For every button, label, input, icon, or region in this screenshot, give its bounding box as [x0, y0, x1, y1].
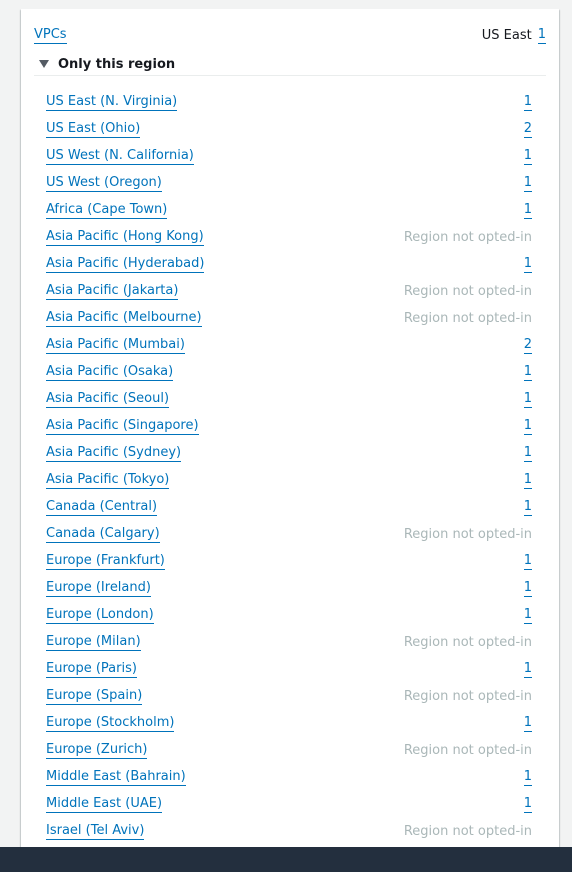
region-row: Asia Pacific (Melbourne) Region not opted… [46, 305, 532, 332]
region-list: US East (N. Virginia) 1 US East (Ohio) 2 US … [46, 89, 532, 845]
region-name-link[interactable]: Asia Pacific (Jakarta) [46, 283, 179, 300]
region-row: Asia Pacific (Hyderabad) 1 [46, 251, 532, 278]
region-name-link[interactable]: US West (Oregon) [46, 175, 162, 192]
region-row: Africa (Cape Town) 1 [46, 197, 532, 224]
region-name-link[interactable]: Asia Pacific (Sydney) [46, 445, 182, 462]
region-name-link[interactable]: US West (N. California) [46, 148, 194, 165]
region-vpc-count-link[interactable]: 1 [523, 391, 532, 408]
region-row: Middle East (UAE) 1 [46, 791, 532, 818]
region-status-text: Region not opted-in [403, 230, 532, 245]
region-vpc-count-link[interactable]: 1 [523, 553, 532, 570]
region-row: Canada (Central) 1 [46, 494, 532, 521]
region-status-text: Region not opted-in [403, 689, 532, 704]
region-name-link[interactable]: Europe (London) [46, 607, 154, 624]
region-status-text: Region not opted-in [403, 635, 532, 650]
region-name-link[interactable]: Asia Pacific (Singapore) [46, 418, 199, 435]
region-vpc-count-link[interactable]: 1 [523, 94, 532, 111]
region-name-link[interactable]: Middle East (Bahrain) [46, 769, 186, 786]
region-vpc-count-link[interactable]: 1 [523, 607, 532, 624]
region-vpc-count-link[interactable]: 1 [523, 148, 532, 165]
region-name-link[interactable]: Europe (Paris) [46, 661, 137, 678]
card-header: VPCs US East 1 [34, 25, 546, 45]
vpc-region-card: VPCs US East 1 Only this region US East … [21, 9, 559, 849]
region-vpc-count-link[interactable]: 1 [523, 472, 532, 489]
current-region-count-link[interactable]: 1 [537, 27, 546, 44]
region-name-link[interactable]: Europe (Stockholm) [46, 715, 175, 732]
region-vpc-count-link[interactable]: 2 [523, 337, 532, 354]
region-name-link[interactable]: Canada (Calgary) [46, 526, 160, 543]
current-region-summary: US East 1 [482, 27, 546, 44]
region-name-link[interactable]: Asia Pacific (Hyderabad) [46, 256, 205, 273]
region-name-link[interactable]: Israel (Tel Aviv) [46, 823, 145, 840]
region-vpc-count-link[interactable]: 1 [523, 769, 532, 786]
region-vpc-count-link[interactable]: 1 [523, 499, 532, 516]
region-name-link[interactable]: Europe (Milan) [46, 634, 141, 651]
region-row: Europe (Stockholm) 1 [46, 710, 532, 737]
region-row: US West (N. California) 1 [46, 143, 532, 170]
region-row: Canada (Calgary) Region not opted-in [46, 521, 532, 548]
region-name-link[interactable]: Middle East (UAE) [46, 796, 163, 813]
region-row: Israel (Tel Aviv) Region not opted-in [46, 818, 532, 845]
region-row: Europe (Frankfurt) 1 [46, 548, 532, 575]
region-name-link[interactable]: Africa (Cape Town) [46, 202, 168, 219]
region-row: Europe (Paris) 1 [46, 656, 532, 683]
region-row: Middle East (Bahrain) 1 [46, 764, 532, 791]
region-name-link[interactable]: Europe (Zurich) [46, 742, 148, 759]
region-row: Europe (Milan) Region not opted-in [46, 629, 532, 656]
only-this-region-expander[interactable]: Only this region [34, 53, 546, 76]
region-row: Asia Pacific (Sydney) 1 [46, 440, 532, 467]
region-status-text: Region not opted-in [403, 527, 532, 542]
region-name-link[interactable]: Europe (Spain) [46, 688, 143, 705]
region-vpc-count-link[interactable]: 1 [523, 202, 532, 219]
console-footer [0, 847, 572, 872]
region-name-link[interactable]: Asia Pacific (Osaka) [46, 364, 174, 381]
region-row: Asia Pacific (Mumbai) 2 [46, 332, 532, 359]
region-status-text: Region not opted-in [403, 743, 532, 758]
region-name-link[interactable]: Canada (Central) [46, 499, 158, 516]
region-status-text: Region not opted-in [403, 284, 532, 299]
region-row: Asia Pacific (Jakarta) Region not opted-i… [46, 278, 532, 305]
region-row: Asia Pacific (Seoul) 1 [46, 386, 532, 413]
region-row: US West (Oregon) 1 [46, 170, 532, 197]
caret-down-icon [39, 60, 49, 68]
region-name-link[interactable]: Asia Pacific (Melbourne) [46, 310, 202, 327]
region-row: Europe (Ireland) 1 [46, 575, 532, 602]
region-vpc-count-link[interactable]: 1 [523, 418, 532, 435]
region-row: US East (N. Virginia) 1 [46, 89, 532, 116]
region-name-link[interactable]: Europe (Frankfurt) [46, 553, 165, 570]
region-name-link[interactable]: US East (N. Virginia) [46, 94, 178, 111]
region-row: US East (Ohio) 2 [46, 116, 532, 143]
vpcs-link[interactable]: VPCs [34, 27, 67, 44]
region-vpc-count-link[interactable]: 1 [523, 661, 532, 678]
region-row: Asia Pacific (Osaka) 1 [46, 359, 532, 386]
region-vpc-count-link[interactable]: 1 [523, 445, 532, 462]
region-vpc-count-link[interactable]: 1 [523, 256, 532, 273]
region-row: Europe (London) 1 [46, 602, 532, 629]
region-name-link[interactable]: US East (Ohio) [46, 121, 141, 138]
region-vpc-count-link[interactable]: 1 [523, 715, 532, 732]
expander-label: Only this region [58, 56, 176, 72]
region-status-text: Region not opted-in [403, 824, 532, 839]
region-name-link[interactable]: Asia Pacific (Hong Kong) [46, 229, 204, 246]
current-region-label: US East [481, 27, 532, 43]
region-row: Europe (Zurich) Region not opted-in [46, 737, 532, 764]
region-vpc-count-link[interactable]: 1 [523, 364, 532, 381]
region-row: Europe (Spain) Region not opted-in [46, 683, 532, 710]
region-vpc-count-link[interactable]: 1 [523, 580, 532, 597]
region-row: Asia Pacific (Hong Kong) Region not opted… [46, 224, 532, 251]
region-status-text: Region not opted-in [403, 311, 532, 326]
region-row: Asia Pacific (Tokyo) 1 [46, 467, 532, 494]
region-row: Asia Pacific (Singapore) 1 [46, 413, 532, 440]
region-name-link[interactable]: Asia Pacific (Seoul) [46, 391, 170, 408]
region-vpc-count-link[interactable]: 1 [523, 796, 532, 813]
region-name-link[interactable]: Europe (Ireland) [46, 580, 151, 597]
region-vpc-count-link[interactable]: 1 [523, 175, 532, 192]
region-name-link[interactable]: Asia Pacific (Tokyo) [46, 472, 170, 489]
region-name-link[interactable]: Asia Pacific (Mumbai) [46, 337, 185, 354]
region-vpc-count-link[interactable]: 2 [523, 121, 532, 138]
